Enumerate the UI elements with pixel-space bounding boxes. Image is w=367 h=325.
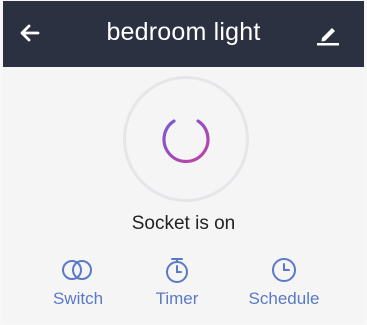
switch-button[interactable]: Switch	[33, 257, 123, 309]
power-icon	[162, 109, 210, 163]
page-title: bedroom light	[106, 18, 261, 46]
switch-toggle-icon	[62, 260, 92, 280]
schedule-label: Schedule	[248, 289, 320, 308]
timer-icon	[166, 258, 188, 283]
pencil-icon	[317, 28, 339, 46]
back-button[interactable]	[17, 20, 43, 46]
arrow-left-icon	[20, 24, 40, 42]
schedule-button[interactable]: Schedule	[239, 257, 329, 309]
device-screen: bedroom light Socket is on Switch Timer …	[3, 1, 364, 323]
power-toggle-button[interactable]	[123, 76, 249, 202]
timer-button[interactable]: Timer	[132, 257, 222, 309]
timer-label: Timer	[155, 289, 199, 308]
schedule-clock-icon	[272, 258, 296, 282]
top-bar: bedroom light	[3, 1, 364, 67]
switch-label: Switch	[52, 289, 104, 308]
device-status-text: Socket is on	[131, 213, 236, 234]
edit-button[interactable]	[314, 19, 342, 47]
